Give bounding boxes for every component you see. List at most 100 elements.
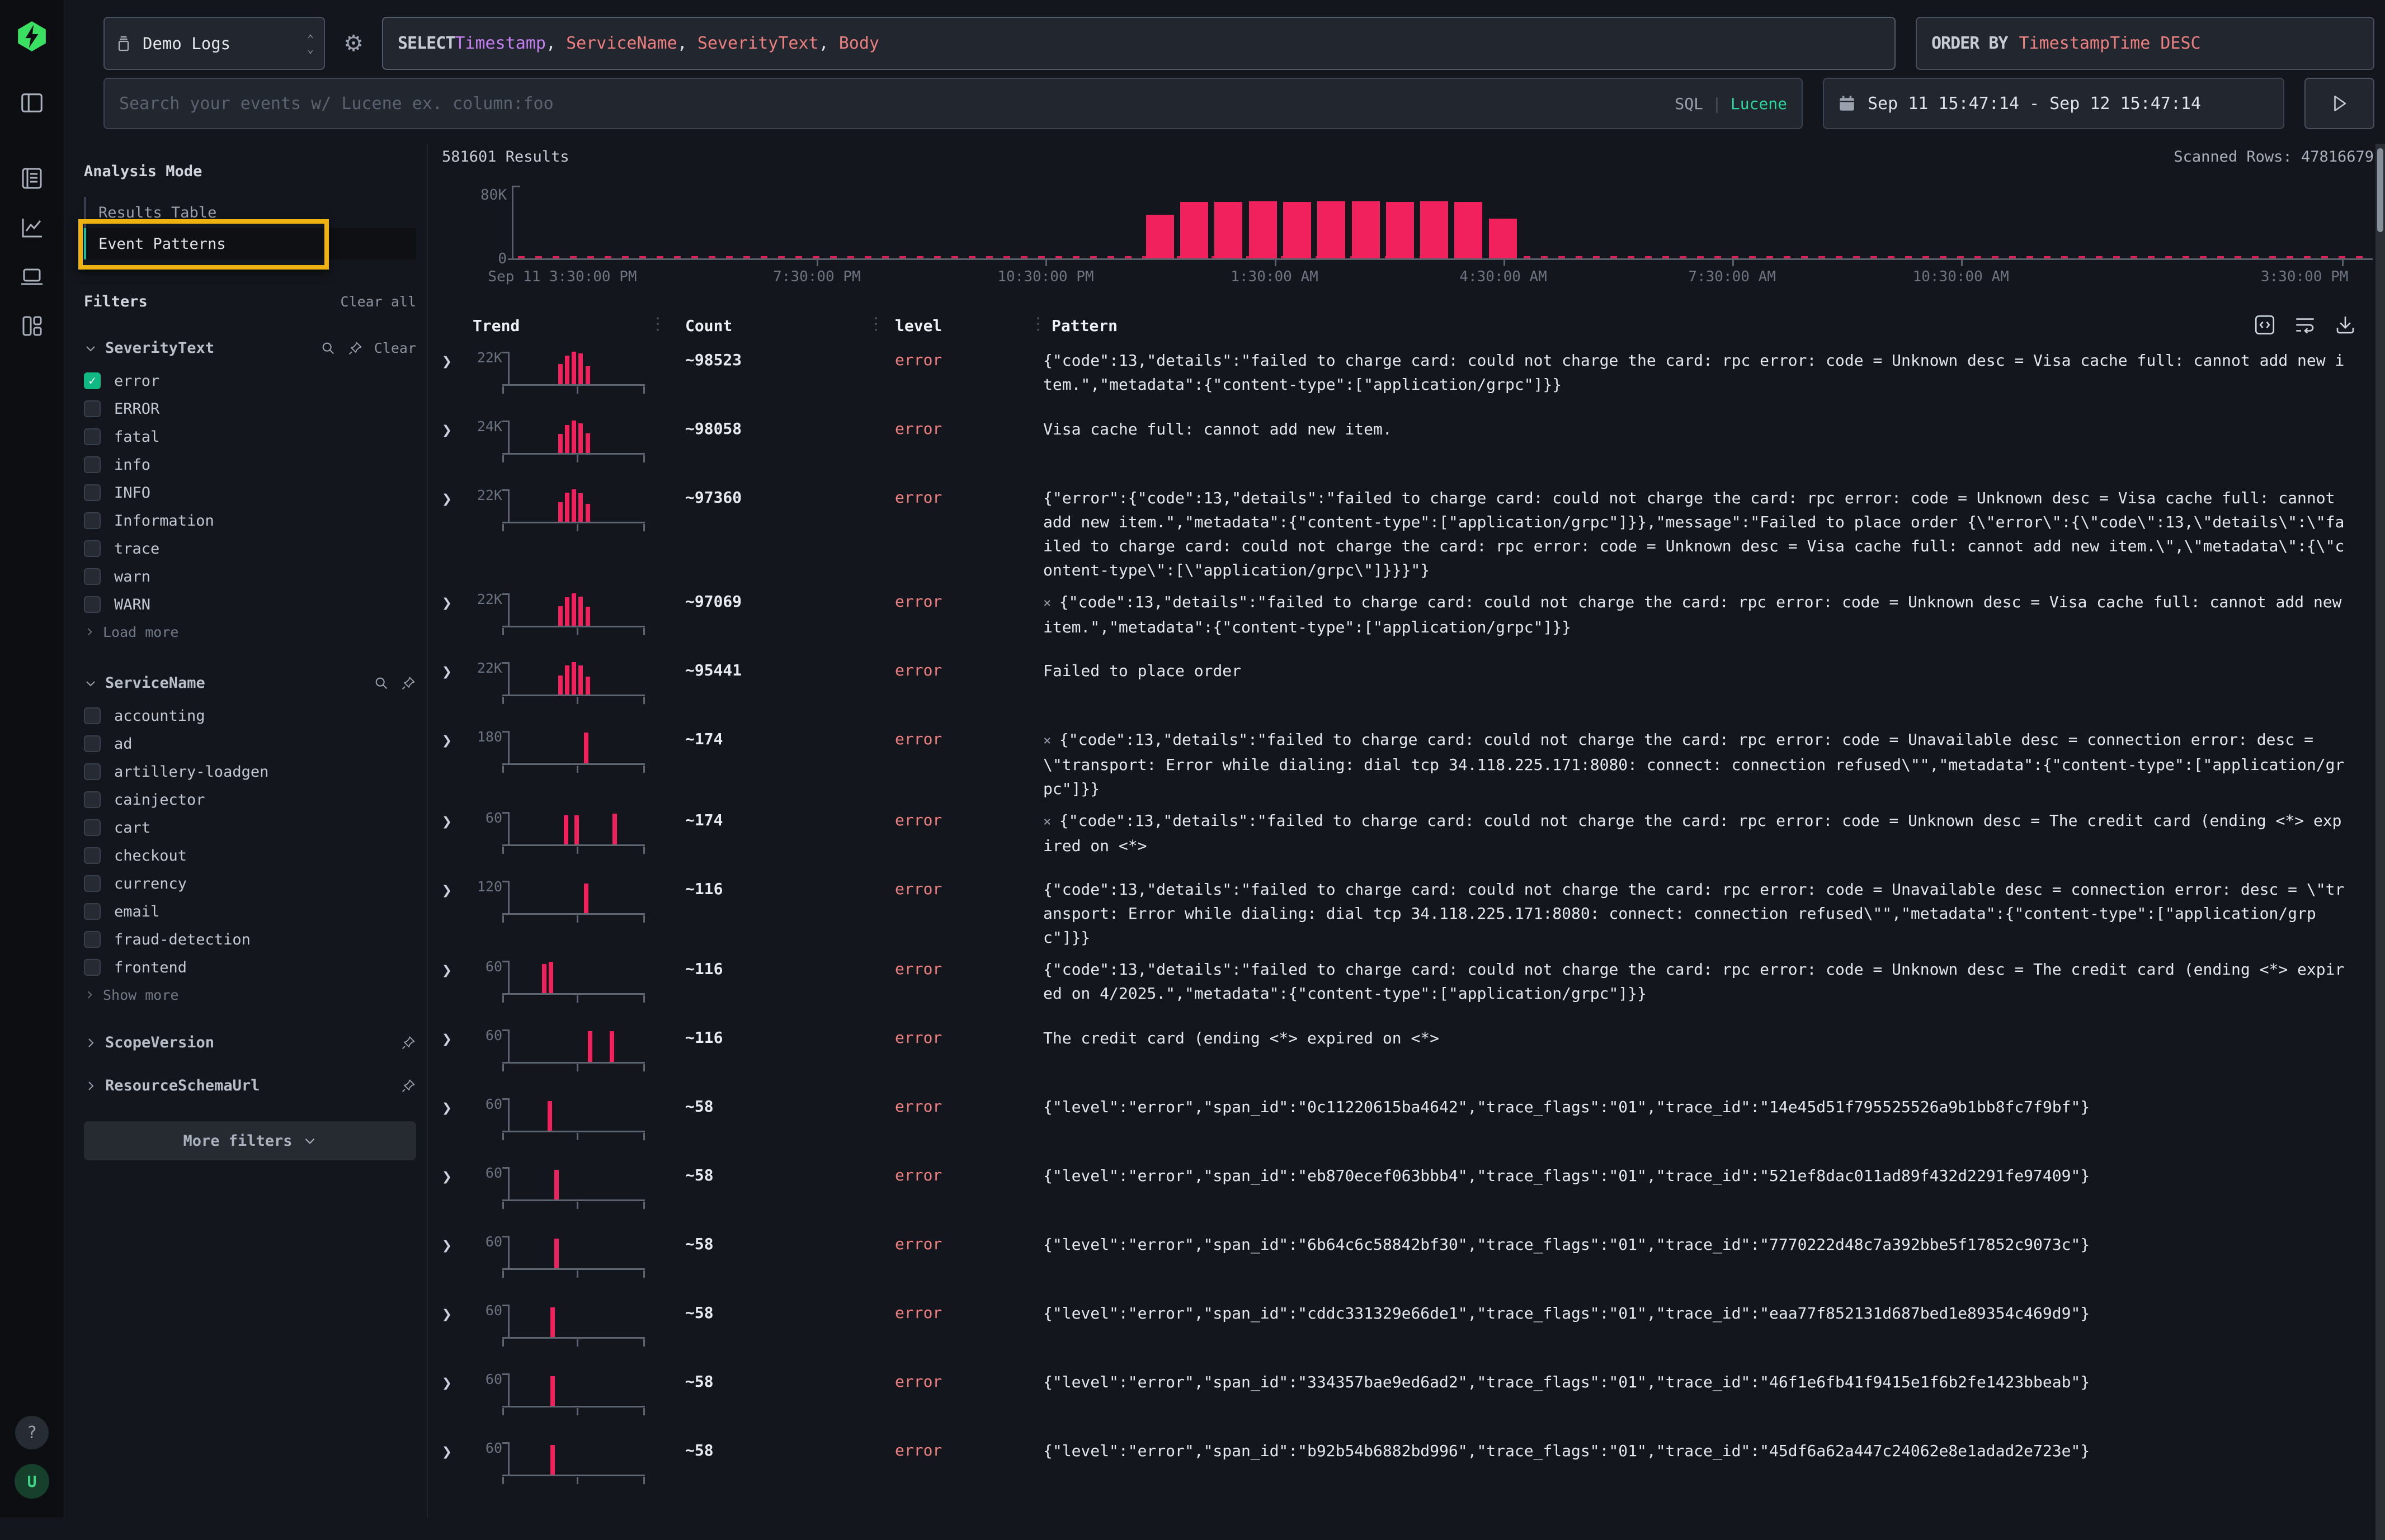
- pattern-text[interactable]: × {"code":13,"details":"failed to charge…: [1043, 588, 2374, 651]
- text-wrap-icon[interactable]: [2293, 313, 2317, 337]
- filter-option[interactable]: fatal: [84, 423, 416, 451]
- checkbox[interactable]: [84, 540, 101, 557]
- pin-icon[interactable]: [400, 1078, 416, 1094]
- mode-lucene[interactable]: Lucene: [1731, 95, 1787, 113]
- search-input[interactable]: Search your events w/ Lucene ex. column:…: [103, 78, 1803, 129]
- pattern-text[interactable]: {"code":13,"details":"failed to charge c…: [1043, 346, 2374, 409]
- checkbox[interactable]: [84, 931, 101, 948]
- filter-option[interactable]: INFO: [84, 479, 416, 507]
- pattern-text[interactable]: × {"code":13,"details":"failed to charge…: [1043, 806, 2374, 870]
- filter-option[interactable]: artillery-loadgen: [84, 758, 416, 786]
- nav-search-logs[interactable]: [12, 159, 51, 198]
- nav-chart-explorer[interactable]: [12, 208, 51, 247]
- checkbox[interactable]: [84, 428, 101, 445]
- column-header-count[interactable]: ⋮Count: [663, 316, 881, 335]
- checkbox[interactable]: [84, 819, 101, 836]
- filter-group-name[interactable]: ServiceName: [105, 674, 205, 692]
- mode-sql[interactable]: SQL: [1675, 95, 1703, 113]
- pattern-text[interactable]: Visa cache full: cannot add new item.: [1043, 415, 2374, 478]
- column-header-pattern[interactable]: ⋮Pattern: [1043, 316, 2374, 335]
- source-select[interactable]: Demo Logs ⌃⌄: [103, 17, 325, 70]
- results-histogram[interactable]: 80K 0 Sep 11 3:30:00 PM7:30:00 PM10:30:0…: [512, 179, 2373, 285]
- checkbox[interactable]: [84, 847, 101, 864]
- expand-row-chevron-icon[interactable]: ❯: [442, 1093, 464, 1156]
- filter-option[interactable]: ad: [84, 730, 416, 758]
- histogram-bar[interactable]: [1283, 202, 1311, 258]
- chevron-down-icon[interactable]: [84, 342, 97, 355]
- checkbox[interactable]: [84, 596, 101, 613]
- histogram-bar[interactable]: [1420, 201, 1448, 258]
- expand-row-chevron-icon[interactable]: ❯: [442, 415, 464, 478]
- histogram-bar[interactable]: [1317, 201, 1345, 258]
- checkbox[interactable]: [84, 512, 101, 529]
- filter-option[interactable]: ✓error: [84, 367, 416, 395]
- expand-row-chevron-icon[interactable]: ❯: [442, 484, 464, 582]
- app-logo[interactable]: [16, 20, 48, 53]
- more-filters-button[interactable]: More filters: [84, 1121, 416, 1160]
- checkbox[interactable]: [84, 875, 101, 892]
- pattern-text[interactable]: {"level":"error","span_id":"334357bae9ed…: [1043, 1368, 2374, 1431]
- filter-option[interactable]: accounting: [84, 702, 416, 730]
- column-resize-handle[interactable]: ⋮: [1030, 314, 1047, 334]
- excluded-x-icon[interactable]: ×: [1043, 733, 1059, 748]
- mode-event-patterns[interactable]: Event Patterns: [84, 228, 416, 259]
- nav-dashboards[interactable]: [12, 306, 51, 346]
- expand-row-chevron-icon[interactable]: ❯: [442, 1161, 464, 1225]
- histogram-bar[interactable]: [1214, 202, 1242, 258]
- pattern-text[interactable]: × {"code":13,"details":"failed to charge…: [1043, 725, 2374, 801]
- checkbox[interactable]: [84, 959, 101, 976]
- pattern-text[interactable]: {"level":"error","span_id":"0c11220615ba…: [1043, 1093, 2374, 1156]
- column-resize-handle[interactable]: ⋮: [649, 314, 666, 334]
- expand-row-chevron-icon[interactable]: ❯: [442, 1437, 464, 1500]
- filter-option[interactable]: frontend: [84, 953, 416, 981]
- chevron-down-icon[interactable]: [84, 677, 97, 690]
- filter-group-resourceschemaurl[interactable]: ResourceSchemaUrl: [84, 1077, 416, 1094]
- source-settings[interactable]: ⚙: [337, 17, 370, 70]
- checkbox[interactable]: [84, 763, 101, 780]
- nav-sessions[interactable]: [12, 257, 51, 296]
- checkbox[interactable]: [84, 400, 101, 417]
- expand-row-chevron-icon[interactable]: ❯: [442, 725, 464, 801]
- filter-option[interactable]: cainjector: [84, 786, 416, 814]
- histogram-bar[interactable]: [1386, 202, 1414, 258]
- show-more-button[interactable]: Show more: [84, 981, 416, 1008]
- column-resize-handle[interactable]: ⋮: [868, 314, 884, 334]
- pattern-text[interactable]: {"level":"error","span_id":"cddc331329e6…: [1043, 1299, 2374, 1362]
- expand-row-chevron-icon[interactable]: ❯: [442, 1024, 464, 1087]
- filter-option[interactable]: trace: [84, 535, 416, 563]
- filter-option[interactable]: WARN: [84, 591, 416, 618]
- histogram-bar[interactable]: [1352, 201, 1380, 258]
- download-icon[interactable]: [2334, 313, 2357, 337]
- expand-row-chevron-icon[interactable]: ❯: [442, 955, 464, 1018]
- histogram-bar[interactable]: [1146, 215, 1174, 258]
- code-view-icon[interactable]: [2253, 313, 2276, 337]
- pin-icon[interactable]: [347, 341, 363, 356]
- checkbox[interactable]: [84, 456, 101, 473]
- clear-all-filters-button[interactable]: Clear all: [341, 294, 416, 310]
- checkbox[interactable]: [84, 735, 101, 752]
- mode-results-table[interactable]: Results Table: [84, 197, 416, 228]
- expand-row-chevron-icon[interactable]: ❯: [442, 656, 464, 720]
- filter-option[interactable]: checkout: [84, 842, 416, 870]
- checkbox[interactable]: [84, 903, 101, 920]
- column-header-level[interactable]: ⋮level: [881, 316, 1043, 335]
- histogram-bar[interactable]: [1249, 201, 1277, 258]
- expand-row-chevron-icon[interactable]: ❯: [442, 875, 464, 949]
- date-range-picker[interactable]: Sep 11 15:47:14 - Sep 12 15:47:14: [1823, 78, 2284, 129]
- pin-icon[interactable]: [400, 1035, 416, 1051]
- expand-row-chevron-icon[interactable]: ❯: [442, 588, 464, 651]
- histogram-bar[interactable]: [1489, 219, 1517, 259]
- sidebar-collapse-button[interactable]: [12, 83, 51, 122]
- histogram-bar[interactable]: [1180, 202, 1208, 258]
- checkbox[interactable]: [84, 568, 101, 585]
- clear-group-button[interactable]: Clear: [374, 340, 416, 356]
- pattern-text[interactable]: {"error":{"code":13,"details":"failed to…: [1043, 484, 2374, 582]
- run-query-button[interactable]: [2304, 78, 2374, 129]
- pattern-text[interactable]: The credit card (ending <*> expired on <…: [1043, 1024, 2374, 1087]
- pattern-text[interactable]: {"code":13,"details":"failed to charge c…: [1043, 875, 2374, 949]
- excluded-x-icon[interactable]: ×: [1043, 595, 1059, 611]
- pattern-text[interactable]: {"level":"error","span_id":"b92b54b6882b…: [1043, 1437, 2374, 1500]
- histogram-bar[interactable]: [1454, 202, 1482, 258]
- checkbox[interactable]: [84, 791, 101, 808]
- filter-option[interactable]: cart: [84, 814, 416, 842]
